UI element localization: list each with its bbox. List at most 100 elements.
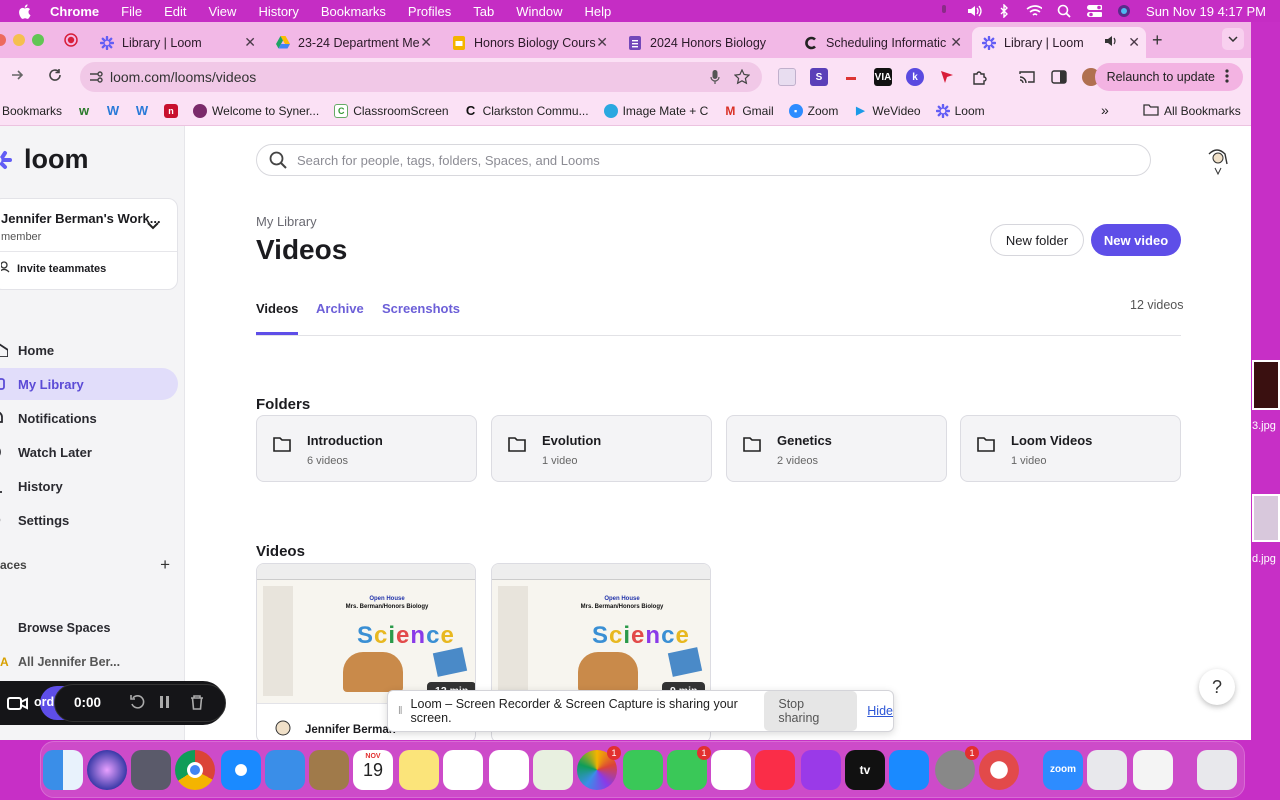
bookmark-label[interactable]: Bookmarks	[2, 104, 62, 118]
relaunch-to-update-button[interactable]: Relaunch to update	[1094, 63, 1243, 91]
reminders-icon[interactable]	[489, 750, 529, 790]
finder-icon[interactable]	[43, 750, 83, 790]
zoom-window-button[interactable]	[32, 34, 44, 46]
desktop-file-thumbnail[interactable]	[1252, 494, 1280, 542]
tab-audio-icon[interactable]	[1104, 35, 1118, 50]
close-tab-icon[interactable]: ✕	[1128, 34, 1140, 51]
desktop-file-label[interactable]: d.jpg	[1252, 553, 1276, 565]
folder-card[interactable]: Genetics 2 videos	[726, 415, 947, 482]
safari-icon[interactable]	[221, 750, 261, 790]
desktop-file-label[interactable]: 3.jpg	[1252, 420, 1276, 432]
nav-all-jennifer[interactable]: A All Jennifer Ber...	[0, 646, 178, 678]
bookmark-loom[interactable]: Loom	[935, 103, 985, 118]
close-tab-icon[interactable]: ✕	[596, 34, 608, 51]
zoom-app-icon[interactable]: zoom	[1043, 750, 1083, 790]
extension-red-ribbon-icon[interactable]	[938, 68, 956, 86]
menu-profiles[interactable]: Profiles	[408, 4, 451, 19]
pause-icon[interactable]	[158, 694, 172, 715]
trash-icon[interactable]	[1197, 750, 1237, 790]
extensions-puzzle-icon[interactable]	[970, 68, 988, 86]
pages-spiral-icon[interactable]	[979, 750, 1019, 790]
bluetooth-icon[interactable]	[996, 4, 1012, 18]
bookmark-classroomscreen[interactable]: C ClassroomScreen	[334, 103, 449, 118]
messages-icon[interactable]	[623, 750, 663, 790]
contacts-icon[interactable]	[309, 750, 349, 790]
textedit-icon[interactable]	[1133, 750, 1173, 790]
add-space-icon[interactable]: +	[160, 555, 170, 575]
menu-window[interactable]: Window	[516, 4, 562, 19]
apple-menu-icon[interactable]	[18, 3, 32, 19]
volume-icon[interactable]	[966, 4, 982, 18]
nav-browse-spaces[interactable]: Browse Spaces	[0, 612, 178, 644]
menu-view[interactable]: View	[208, 4, 236, 19]
notes-icon[interactable]	[399, 750, 439, 790]
nav-notifications[interactable]: Notifications	[0, 402, 178, 434]
bookmark-w-blue-2[interactable]: W	[135, 103, 149, 118]
tab-videos[interactable]: Videos	[256, 301, 299, 335]
preview-icon[interactable]	[1087, 750, 1127, 790]
menubar-clock[interactable]: Sun Nov 19 4:17 PM	[1146, 4, 1266, 19]
podcasts-icon[interactable]	[801, 750, 841, 790]
facetime-icon[interactable]: 1	[667, 746, 711, 790]
close-tab-icon[interactable]: ✕	[244, 34, 256, 51]
close-window-button[interactable]	[0, 34, 6, 46]
video-thumbnail[interactable]: Open House Mrs. Berman/Honors Biology Sc…	[257, 564, 475, 704]
bookmark-zoom[interactable]: ▪ Zoom	[788, 103, 838, 118]
extension-via-icon[interactable]: VIA	[874, 68, 892, 86]
nav-home[interactable]: Home	[0, 334, 178, 366]
menu-file[interactable]: File	[121, 4, 142, 19]
bookmark-clarkston[interactable]: C Clarkston Commu...	[464, 103, 589, 118]
chevron-down-icon[interactable]	[147, 217, 159, 235]
menu-help[interactable]: Help	[585, 4, 612, 19]
calendar-icon[interactable]: NOV 19	[353, 750, 393, 790]
tab-archive[interactable]: Archive	[316, 301, 364, 332]
hide-button[interactable]: Hide	[867, 704, 893, 718]
bookmark-w-green[interactable]: w	[77, 103, 91, 118]
photos-icon[interactable]: 1	[577, 746, 621, 790]
menu-history[interactable]: History	[258, 4, 298, 19]
microphone-icon[interactable]	[936, 4, 952, 18]
browser-tab[interactable]: 23-24 Department Me ✕	[266, 27, 438, 58]
folder-card[interactable]: Loom Videos 1 video	[960, 415, 1181, 482]
spotlight-search-icon[interactable]	[1056, 4, 1072, 18]
reload-icon[interactable]	[48, 68, 62, 87]
desktop-file-thumbnail[interactable]	[1252, 360, 1280, 410]
browser-tab-active[interactable]: Library | Loom ✕	[972, 27, 1146, 58]
extension-s-icon[interactable]: S	[810, 68, 828, 86]
launchpad-icon[interactable]	[131, 750, 171, 790]
camera-icon[interactable]	[6, 693, 30, 718]
new-folder-button[interactable]: New folder	[990, 224, 1084, 256]
browser-tab[interactable]: Scheduling Informatic ✕	[794, 27, 968, 58]
all-bookmarks[interactable]: All Bookmarks	[1143, 103, 1241, 119]
wifi-icon[interactable]	[1026, 4, 1043, 18]
close-tab-icon[interactable]: ✕	[950, 34, 962, 51]
nav-settings[interactable]: Settings	[0, 504, 178, 536]
menu-app-name[interactable]: Chrome	[50, 4, 99, 19]
loom-logo[interactable]: loom	[0, 144, 89, 175]
workspace-switcher[interactable]: Jennifer Berman's Work... member Invite …	[0, 198, 178, 290]
side-panel-icon[interactable]	[1050, 68, 1068, 86]
bookmark-synergy[interactable]: Welcome to Syner...	[193, 103, 319, 118]
nav-history[interactable]: History	[0, 470, 178, 502]
nav-my-library[interactable]: My Library	[0, 368, 178, 400]
folder-card[interactable]: Evolution 1 video	[491, 415, 712, 482]
help-button[interactable]: ?	[1199, 669, 1235, 705]
control-center-icon[interactable]	[1086, 4, 1103, 18]
invite-teammates-button[interactable]: Invite teammates	[0, 261, 106, 276]
minimize-window-button[interactable]	[13, 34, 25, 46]
siri-icon[interactable]	[1116, 4, 1132, 18]
maps-icon[interactable]	[533, 750, 573, 790]
browser-tab[interactable]: Honors Biology Cours ✕	[442, 27, 614, 58]
voice-search-icon[interactable]	[710, 69, 720, 90]
system-settings-icon[interactable]: 1	[935, 746, 979, 790]
url-text[interactable]: loom.com/looms/videos	[110, 69, 256, 85]
user-avatar[interactable]	[1205, 144, 1231, 176]
more-bookmarks-icon[interactable]: »	[1101, 102, 1109, 118]
app-store-icon[interactable]	[889, 750, 929, 790]
freeform-icon[interactable]	[443, 750, 483, 790]
more-menu-icon[interactable]	[1225, 68, 1229, 86]
mail-icon[interactable]	[265, 750, 305, 790]
site-info-icon[interactable]	[89, 70, 103, 89]
forward-icon[interactable]	[10, 68, 24, 87]
cast-icon[interactable]	[1018, 68, 1036, 86]
